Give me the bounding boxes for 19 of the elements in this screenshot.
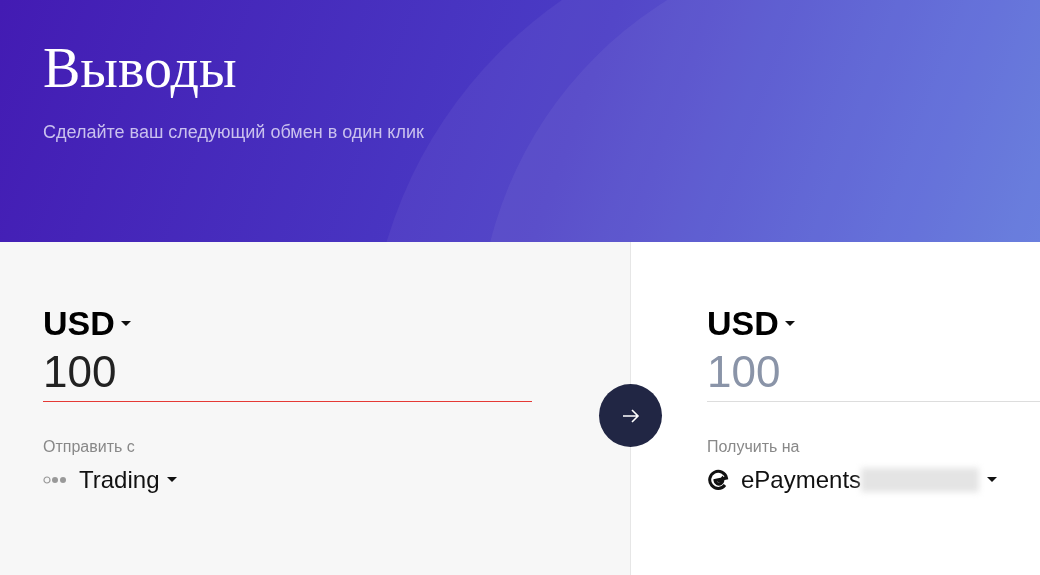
account-label: Отправить с (43, 438, 135, 456)
account-dropdown[interactable]: ePayments (707, 466, 998, 494)
caret-icon (987, 477, 998, 483)
account-name: ePayments (741, 466, 862, 494)
amount-input[interactable]: 100 (43, 347, 532, 402)
caret-icon (784, 320, 795, 327)
swirl-icon (707, 469, 729, 491)
amount-input[interactable]: 100 (707, 347, 1040, 402)
account-name: Trading (79, 466, 160, 494)
currency-dropdown[interactable]: USD (43, 304, 131, 343)
dots-icon (43, 476, 67, 484)
currency-dropdown[interactable]: USD (707, 304, 795, 343)
page-subtitle: Сделайте ваш следующий обмен в один клик (43, 121, 425, 143)
caret-icon (120, 320, 131, 327)
caret-icon (167, 477, 178, 483)
arrow-right-icon (621, 408, 640, 423)
account-label: Получить на (707, 438, 800, 456)
account-dropdown[interactable]: Trading (43, 466, 178, 494)
page-title: Выводы (43, 38, 238, 100)
